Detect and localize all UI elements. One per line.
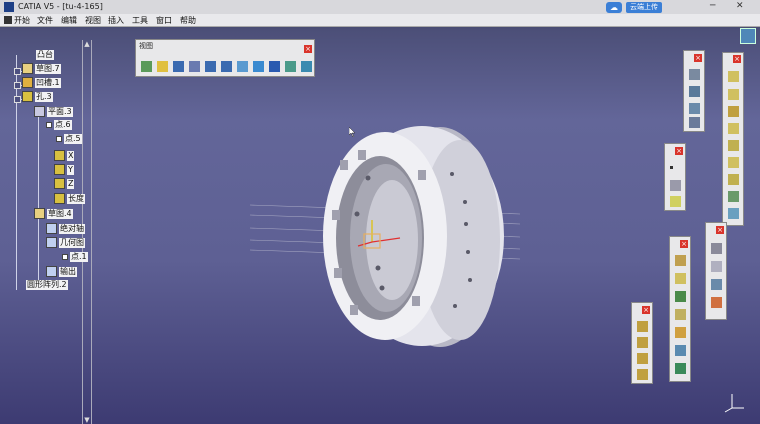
- view-toolbar-title: 视图: [139, 42, 153, 50]
- rotate-icon[interactable]: [189, 61, 200, 72]
- tree-node-hole-3[interactable]: 孔.3: [22, 91, 53, 102]
- tree-node-z[interactable]: Z: [54, 178, 75, 189]
- view-toolbar[interactable]: 视图 ×: [135, 39, 315, 77]
- close-icon[interactable]: ×: [675, 147, 683, 155]
- sketch-icon: [34, 208, 45, 219]
- constraint-icon[interactable]: [689, 86, 700, 97]
- tree-node-x[interactable]: X: [54, 150, 75, 161]
- pattern-icon[interactable]: [711, 297, 722, 308]
- constraint-icon[interactable]: [689, 103, 700, 114]
- fit-all-icon[interactable]: [157, 61, 168, 72]
- point-icon: [46, 122, 52, 128]
- tree-node-length[interactable]: 长度: [54, 193, 85, 204]
- remove-face-icon[interactable]: [675, 363, 686, 374]
- tree-node-groove-1[interactable]: 凹槽.1: [22, 77, 61, 88]
- tree-node-plane-3[interactable]: 平面.3: [34, 106, 73, 117]
- scroll-up-icon[interactable]: ▲: [83, 40, 91, 48]
- close-icon[interactable]: ×: [716, 226, 724, 234]
- parameter-icon: [54, 193, 65, 204]
- parameter-icon: [54, 150, 65, 161]
- tree-node-circular-pattern-2[interactable]: 圆形阵列.2: [26, 280, 68, 291]
- axis-triad-icon: [724, 394, 744, 413]
- shading-icon[interactable]: [269, 61, 280, 72]
- pad-icon[interactable]: [728, 71, 739, 82]
- close-icon[interactable]: ×: [694, 54, 702, 62]
- hide-show-icon[interactable]: [285, 61, 296, 72]
- quick-view-icon[interactable]: [253, 61, 264, 72]
- tree-node-absolute-axis[interactable]: 绝对轴: [46, 223, 85, 234]
- pocket-icon[interactable]: [728, 89, 739, 100]
- catia-screen: CATIA V5 - [tu-4-165] ☁ 云端上传 ─ ✕ 开始 文件 编…: [0, 0, 760, 424]
- constraint-icon[interactable]: [689, 117, 700, 128]
- close-icon[interactable]: ×: [733, 55, 741, 63]
- point-icon[interactable]: [670, 166, 673, 169]
- sketch-icon: [22, 63, 33, 74]
- hole-icon[interactable]: [728, 140, 739, 151]
- tree-rail: [16, 55, 17, 290]
- normal-view-icon[interactable]: [237, 61, 248, 72]
- workbench-icon[interactable]: [740, 28, 756, 44]
- assemble-icon[interactable]: [637, 321, 648, 332]
- transformation-toolbar[interactable]: ×: [705, 222, 727, 320]
- chamfer-icon[interactable]: [675, 273, 686, 284]
- constraints-toolbar[interactable]: ×: [683, 50, 705, 132]
- axis-icon: [46, 223, 57, 234]
- hole-icon: [22, 91, 33, 102]
- tree-node-y[interactable]: Y: [54, 164, 74, 175]
- multi-section-icon[interactable]: [728, 191, 739, 202]
- reference-elements-toolbar[interactable]: ×: [664, 143, 686, 211]
- constraint-icon[interactable]: [689, 69, 700, 80]
- sketch-based-features-toolbar[interactable]: ×: [722, 52, 744, 226]
- tree-node-output[interactable]: 输出: [46, 266, 77, 277]
- tree-node-point-1[interactable]: 点.1: [62, 252, 88, 263]
- output-icon: [46, 266, 57, 277]
- tree-node-point-6[interactable]: 点.6: [46, 120, 72, 131]
- close-icon[interactable]: ×: [304, 45, 312, 53]
- point-icon: [56, 136, 62, 142]
- rib-icon[interactable]: [728, 157, 739, 168]
- close-icon[interactable]: ×: [680, 240, 688, 248]
- thread-icon[interactable]: [675, 345, 686, 356]
- plane-icon: [34, 106, 45, 117]
- tree-node-sketch-7[interactable]: 草图.7: [22, 63, 61, 74]
- groove-icon: [22, 77, 33, 88]
- shaft-icon[interactable]: [728, 106, 739, 117]
- translation-icon[interactable]: [711, 261, 722, 272]
- fillet-icon[interactable]: [675, 255, 686, 266]
- parameter-icon: [54, 164, 65, 175]
- geometry-icon: [46, 237, 57, 248]
- fly-mode-icon[interactable]: [141, 61, 152, 72]
- tree-node-point-5[interactable]: 点.5: [56, 134, 82, 145]
- shell-icon[interactable]: [675, 309, 686, 320]
- groove-icon[interactable]: [728, 123, 739, 134]
- zoom-out-icon[interactable]: [221, 61, 232, 72]
- remove-icon[interactable]: [637, 353, 648, 364]
- intersect-icon[interactable]: [637, 369, 648, 380]
- tree-node-geometry[interactable]: 几何图: [46, 237, 85, 248]
- scroll-down-icon[interactable]: ▼: [83, 416, 91, 424]
- close-icon[interactable]: ×: [642, 306, 650, 314]
- measure-icon[interactable]: [711, 243, 722, 254]
- thickness-icon[interactable]: [675, 327, 686, 338]
- remove-section-icon[interactable]: [728, 208, 739, 219]
- boolean-operations-toolbar[interactable]: ×: [631, 302, 653, 384]
- slot-icon[interactable]: [728, 174, 739, 185]
- line-icon[interactable]: [670, 180, 681, 191]
- add-icon[interactable]: [637, 337, 648, 348]
- mouse-cursor-icon: [349, 127, 356, 137]
- tree-node-boss[interactable]: 凸台: [36, 50, 54, 61]
- parameter-icon: [54, 178, 65, 189]
- pan-icon[interactable]: [173, 61, 184, 72]
- dress-up-features-toolbar[interactable]: ×: [669, 236, 691, 382]
- point-icon: [62, 254, 68, 260]
- symmetry-icon[interactable]: [711, 279, 722, 290]
- zoom-in-icon[interactable]: [205, 61, 216, 72]
- plane-icon[interactable]: [670, 196, 681, 207]
- draft-icon[interactable]: [675, 291, 686, 302]
- swap-space-icon[interactable]: [301, 61, 312, 72]
- tree-node-sketch-4[interactable]: 草图.4: [34, 208, 73, 219]
